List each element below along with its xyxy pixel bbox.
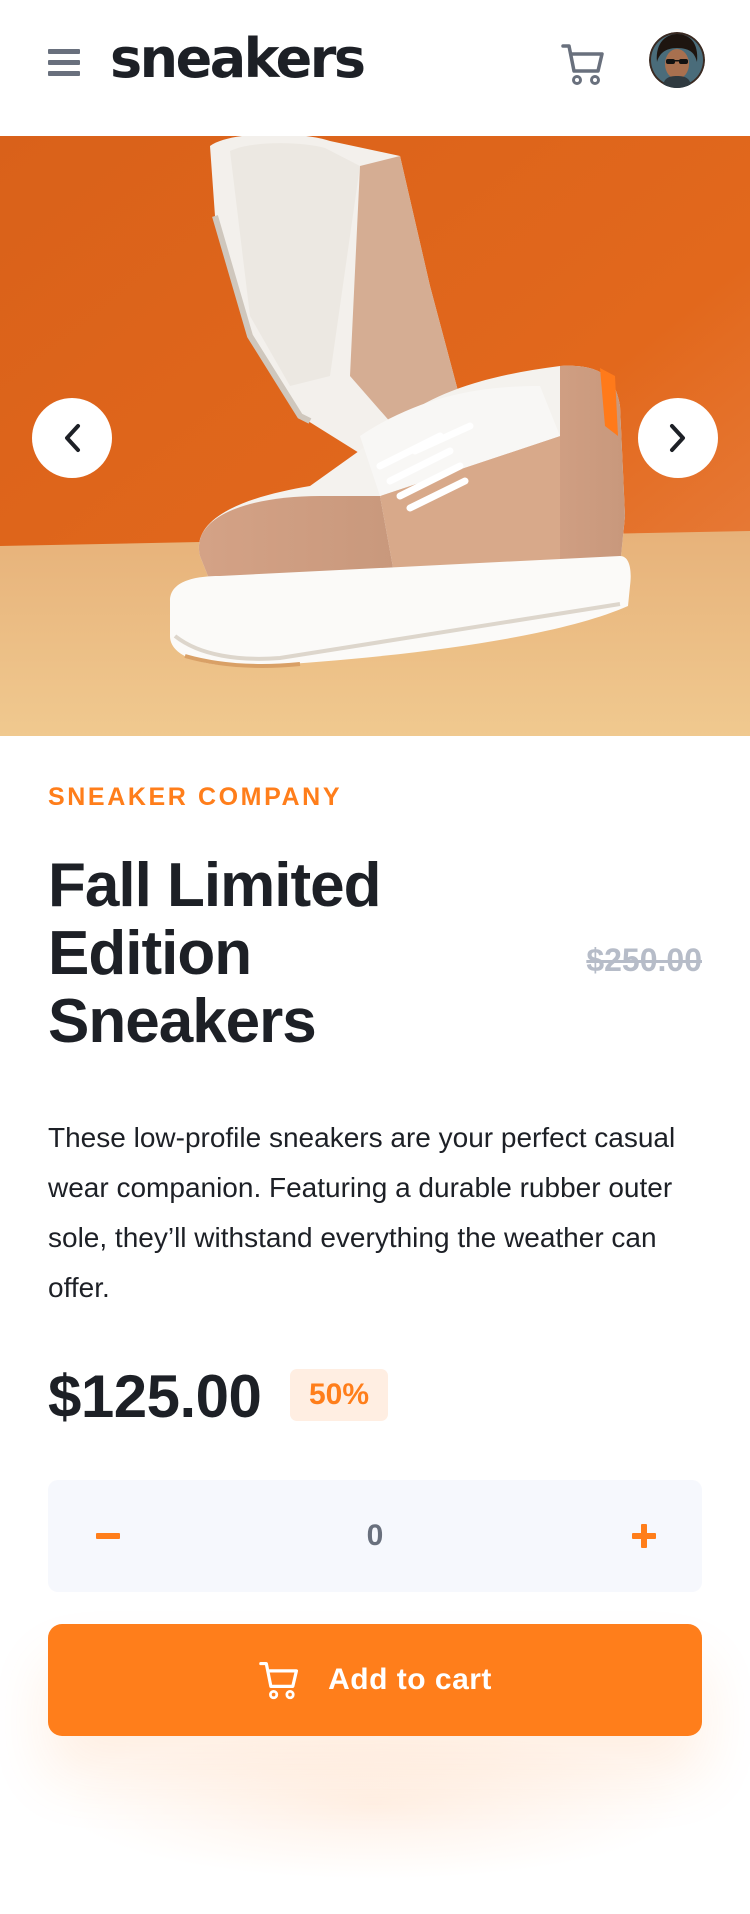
cart-icon bbox=[259, 1661, 299, 1700]
product-title: Fall Limited Edition Sneakers bbox=[48, 851, 381, 1056]
company-name: SNEAKER COMPANY bbox=[48, 783, 343, 811]
hamburger-menu-icon[interactable] bbox=[48, 49, 80, 77]
cart-icon[interactable] bbox=[560, 40, 608, 88]
site-header: sneakers bbox=[0, 0, 750, 136]
quantity-value: 0 bbox=[366, 1519, 384, 1552]
avatar[interactable] bbox=[649, 32, 705, 88]
quantity-stepper: 0 bbox=[48, 1480, 702, 1592]
plus-icon[interactable] bbox=[626, 1518, 662, 1554]
original-price: $250.00 bbox=[586, 942, 702, 978]
button-glow bbox=[60, 1730, 690, 1880]
product-gallery bbox=[0, 136, 750, 736]
discount-badge: 50% bbox=[290, 1369, 388, 1421]
logo[interactable]: sneakers bbox=[110, 24, 366, 94]
add-to-cart-button[interactable]: Add to cart bbox=[48, 1624, 702, 1736]
previous-image-button[interactable] bbox=[32, 398, 112, 478]
chevron-left-icon bbox=[65, 424, 80, 452]
add-to-cart-label: Add to cart bbox=[328, 1663, 492, 1696]
next-image-button[interactable] bbox=[638, 398, 718, 478]
chevron-right-icon bbox=[670, 424, 685, 452]
product-description: These low-profile sneakers are your perf… bbox=[48, 1122, 676, 1303]
minus-icon[interactable] bbox=[96, 1518, 132, 1554]
current-price: $125.00 bbox=[48, 1363, 262, 1430]
